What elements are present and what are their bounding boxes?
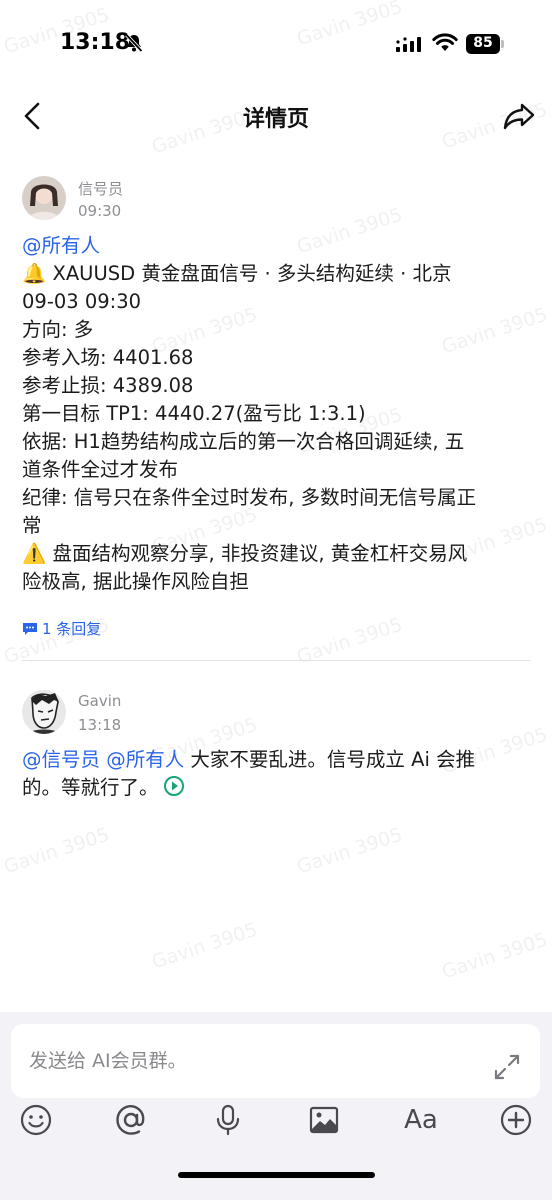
message-text: 大家不要乱进。信号成立 Ai 会推	[184, 748, 476, 771]
watermark: Gavin 3905	[294, 823, 406, 879]
sender-name: Gavin	[78, 692, 122, 710]
emoji-icon[interactable]	[18, 1102, 54, 1138]
reply-bubble-icon	[23, 622, 37, 635]
message-line: 第一目标 TP1: 4440.27(盈亏比 1:3.1)	[22, 402, 366, 425]
battery-cap	[501, 40, 504, 48]
message-line: 依据: H1趋势结构成立后的第一次合格回调延续, 五	[22, 430, 465, 453]
mention-signaler[interactable]: @信号员	[22, 748, 100, 771]
sender-name: 信号员	[78, 180, 124, 198]
message-line: 🔔 XAUUSD 黄金盘面信号 · 多头结构延续 · 北京	[22, 262, 452, 285]
message-item: Gavin 13:18 @信号员 @所有人 大家不要乱进。信号成立 Ai 会推 …	[22, 690, 532, 810]
message-line: 常	[22, 514, 42, 537]
clock-icon	[163, 775, 185, 805]
watermark: Gavin 3905	[1, 823, 113, 879]
message-body: @信号员 @所有人 大家不要乱进。信号成立 Ai 会推 的。等就行了。	[22, 746, 522, 805]
message-line: 方向: 多	[22, 318, 94, 341]
wifi-icon	[432, 32, 458, 56]
message-line: 险极高, 据此操作风险自担	[22, 570, 249, 593]
message-line: 09-03 09:30	[22, 290, 142, 313]
expand-icon[interactable]	[493, 1053, 521, 1085]
reply-count: 1 条回复	[42, 620, 102, 638]
message-input[interactable]	[29, 1024, 469, 1098]
message-time: 09:30	[78, 202, 122, 220]
message-item: 信号员 09:30 @所有人 🔔 XAUUSD 黄金盘面信号 · 多头结构延续 …	[22, 176, 532, 646]
message-time: 13:18	[78, 716, 122, 734]
message-line: 纪律: 信号只在条件全过时发布, 多数时间无信号属正	[22, 486, 477, 509]
avatar[interactable]	[22, 176, 66, 220]
app-root: Gavin 3905 Gavin 3905 Gavin 3905 Gavin 3…	[0, 0, 552, 1200]
microphone-icon[interactable]	[210, 1102, 246, 1138]
watermark: Gavin 3905	[149, 918, 261, 974]
cellular-signal-icon	[396, 36, 424, 56]
page-title: 详情页	[242, 107, 309, 132]
message-line: 参考入场: 4401.68	[22, 346, 194, 369]
add-icon[interactable]	[498, 1102, 534, 1138]
status-bar: 13:18 85	[0, 0, 552, 90]
status-time: 13:18	[60, 30, 131, 55]
message-text: 的。等就行了。	[22, 776, 159, 799]
message-line: 的。等就行了。	[22, 774, 522, 805]
image-icon[interactable]	[306, 1102, 342, 1138]
divider	[22, 660, 530, 661]
nav-bar: 详情页	[0, 90, 552, 142]
home-indicator[interactable]	[178, 1172, 375, 1178]
mention-icon[interactable]	[113, 1102, 149, 1138]
mention-all[interactable]: @所有人	[106, 748, 184, 771]
battery-level: 85	[473, 35, 493, 51]
message-line: @信号员 @所有人 大家不要乱进。信号成立 Ai 会推	[22, 746, 522, 774]
reply-link[interactable]: 1 条回复	[22, 618, 101, 639]
message-line: 参考止损: 4389.08	[22, 374, 194, 397]
message-line: ⚠️ 盘面结构观察分享, 非投资建议, 黄金杠杆交易风	[22, 542, 468, 565]
watermark: Gavin 3905	[439, 928, 551, 984]
battery-icon: 85	[466, 34, 504, 54]
compose-box	[11, 1024, 540, 1098]
font-format-icon[interactable]: Aa	[403, 1102, 439, 1138]
avatar[interactable]	[22, 690, 66, 734]
share-button[interactable]	[501, 100, 537, 132]
message-line: 道条件全过才发布	[22, 458, 179, 481]
message-body: @所有人 🔔 XAUUSD 黄金盘面信号 · 多头结构延续 · 北京 09-03…	[22, 232, 522, 596]
bell-slash-icon	[123, 32, 145, 58]
mention-all[interactable]: @所有人	[22, 232, 522, 260]
